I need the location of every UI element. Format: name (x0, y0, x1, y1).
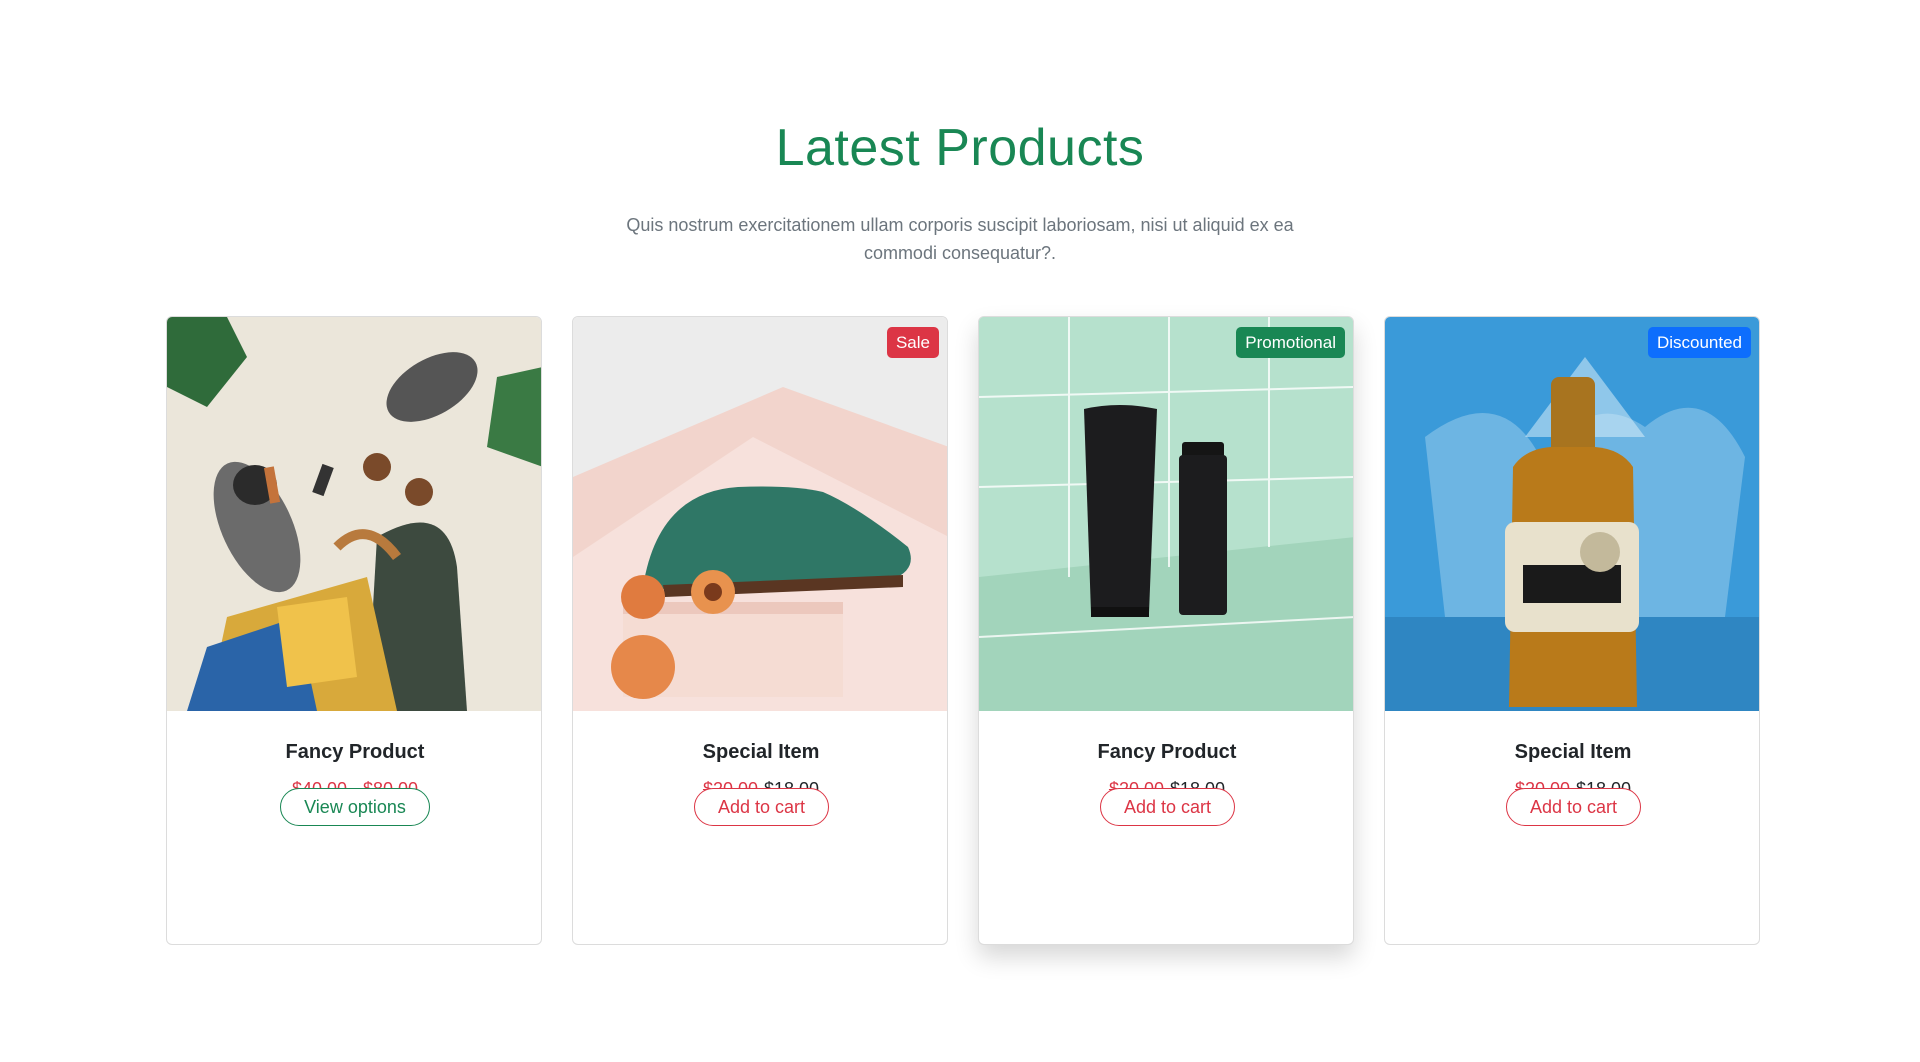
product-card: Discounted Special Item $20.00$18.00 ★★★… (1384, 316, 1760, 945)
discounted-badge: Discounted (1647, 327, 1751, 358)
section-subtitle: Quis nostrum exercitationem ullam corpor… (626, 215, 1294, 263)
product-name: Special Item (702, 741, 820, 763)
sale-badge: Sale (886, 327, 939, 358)
add-to-cart-button[interactable]: Add to cart (1100, 788, 1235, 826)
green-shoe-peaches-image (573, 317, 947, 711)
product-details: Special Item $20.00$18.00 ★★★★★ (1385, 711, 1759, 944)
product-image[interactable]: Promotional (979, 317, 1353, 711)
product-card: Sale Special Item $20.00$18.00 ★★★★★ Add… (572, 316, 948, 945)
product-name: Fancy Product (1097, 741, 1237, 763)
product-grid: Fancy Product $40.00 - $80.00 View optio… (166, 316, 1766, 946)
product-name: Fancy Product (285, 741, 425, 763)
product-image[interactable]: Discounted (1385, 317, 1759, 711)
product-details: Fancy Product $20.00$18.00 ★★★★★ (979, 711, 1353, 944)
ginger-beer-splash-image (1385, 317, 1759, 711)
flatlay-shoes-accessories-image (167, 317, 541, 711)
product-name: Special Item (1514, 741, 1632, 763)
section-title: Latest Products (775, 119, 1145, 177)
latest-products-section: Latest Products Quis nostrum exercitatio… (0, 0, 1920, 1062)
product-details: Fancy Product $40.00 - $80.00 (167, 711, 541, 944)
promotional-badge: Promotional (1236, 327, 1345, 358)
product-card: Fancy Product $40.00 - $80.00 View optio… (166, 316, 542, 945)
product-details: Special Item $20.00$18.00 ★★★★★ (573, 711, 947, 944)
view-options-button[interactable]: View options (280, 788, 430, 826)
skincare-bottles-tiles-image (979, 317, 1353, 711)
product-image[interactable] (167, 317, 541, 711)
product-image[interactable]: Sale (573, 317, 947, 711)
add-to-cart-button[interactable]: Add to cart (694, 788, 829, 826)
add-to-cart-button[interactable]: Add to cart (1506, 788, 1641, 826)
product-card: Promotional Fancy Product $20.00$18.00 ★… (978, 316, 1354, 945)
